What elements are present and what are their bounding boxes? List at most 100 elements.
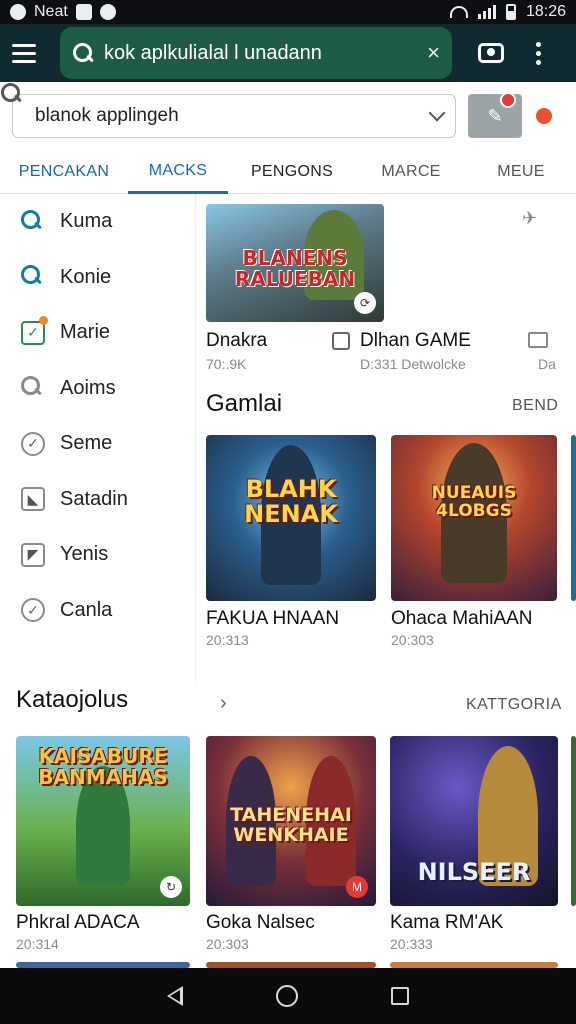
status-bar: Neat 18:26 [0, 0, 576, 24]
status-left: Neat [10, 3, 116, 21]
category-card-thumbnail-partial[interactable] [571, 736, 576, 906]
featured-secondary-meta: D:331 Detwolcke [360, 356, 466, 372]
image-status-icon [75, 4, 92, 20]
chevron-down-icon[interactable] [428, 104, 446, 122]
game-card-meta: 20:303 [391, 632, 434, 648]
sidebar-item-aoims[interactable]: Aoims [0, 361, 195, 417]
sidebar-item-marie[interactable]: ✓ Marie [0, 305, 195, 361]
secondary-search-text: blanok applingeh [35, 105, 179, 126]
wifi-icon [449, 6, 468, 18]
category-card-meta: 20:303 [206, 936, 249, 952]
play-badge-icon: ⟳ [354, 292, 376, 314]
system-nav-bar [0, 968, 576, 1024]
sidebar-item-yenis[interactable]: ◤ Yenis [0, 527, 195, 583]
category-card-thumbnail[interactable]: TAHENEHAI WENKHAIE M [206, 736, 376, 906]
featured-artwork: BLANENS RALUEBAN ⟳ [206, 204, 384, 322]
secondary-search-row: blanok applingeh ✎ [0, 82, 576, 150]
close-icon[interactable]: × [427, 40, 440, 66]
more-options-icon[interactable] [536, 41, 541, 65]
game-art-title: BLAHK NENAK [244, 475, 338, 529]
check-circle-icon: ✓ [20, 597, 46, 623]
battery-icon [505, 4, 516, 20]
secondary-search-input[interactable]: blanok applingeh [12, 94, 456, 138]
chevron-right-icon[interactable]: › [220, 692, 227, 715]
category-artwork: KAISABURE BANMAHAS ↻ [16, 736, 190, 906]
kategoria-link[interactable]: KATTGORIA [466, 696, 562, 714]
check-circle-icon: ✓ [20, 431, 46, 457]
tab-marce[interactable]: MARCE [356, 150, 466, 194]
app-bar: kok aplkulialal l unadann × [0, 24, 576, 82]
category-card-title[interactable]: Kama RM'AK [390, 912, 503, 934]
featured-art-title: BLANENS RALUEBAN [234, 246, 356, 291]
featured-tertiary-meta: Da [538, 356, 556, 372]
kataojolus-section-title: Kataojolus [16, 686, 129, 713]
featured-meta: 70:.9K [206, 356, 247, 372]
featured-title[interactable]: Dnakra [206, 330, 267, 352]
category-artwork: NILSEER [390, 736, 558, 906]
message-status-icon [99, 4, 116, 20]
game-card-title[interactable]: FAKUA HNAAN [206, 608, 339, 630]
top-search-text: kok aplkulialal l unadann [104, 41, 322, 64]
sidebar-item-canla[interactable]: ✓ Canla [0, 583, 195, 639]
sidebar-item-label: Konie [60, 265, 112, 288]
category-card-thumbnail[interactable]: KAISABURE BANMAHAS ↻ [16, 736, 190, 906]
hamburger-menu-icon[interactable] [12, 36, 46, 70]
game-art-title: NUEAUIS 4LOBGS [431, 483, 517, 521]
search-icon [20, 209, 46, 235]
main-content: BLANENS RALUEBAN ⟳ ✈ Dnakra 70:.9K Dlhan… [196, 194, 576, 682]
tab-pengons[interactable]: PENGONS [228, 150, 356, 194]
alert-icon[interactable] [536, 108, 552, 124]
game-card-thumbnail[interactable]: BLAHK NENAK [206, 435, 376, 601]
sidebar-item-konie[interactable]: Konie [0, 250, 195, 306]
sidebar-item-label: Marie [60, 321, 111, 344]
gamlai-see-all-link[interactable]: BEND [512, 397, 558, 415]
filter-icon: ✎ [487, 105, 503, 126]
sidebar-item-label: Kuma [60, 210, 113, 233]
status-carrier: Neat [34, 3, 68, 20]
sidebar-item-label: Canla [60, 598, 113, 621]
edit-icon[interactable] [332, 332, 350, 350]
status-right: 18:26 [449, 3, 566, 21]
game-card-thumbnail[interactable]: NUEAUIS 4LOBGS [391, 435, 557, 601]
category-card-title[interactable]: Goka Nalsec [206, 912, 315, 934]
featured-game-thumbnail[interactable]: BLANENS RALUEBAN ⟳ [206, 204, 384, 322]
search-icon [20, 264, 46, 290]
tab-macks[interactable]: MACKS [128, 150, 228, 194]
tab-bar: PENCAKAN MACKS PENGONS MARCE MEUE [0, 150, 576, 194]
share-icon[interactable]: ✈ [522, 208, 537, 229]
recent-apps-icon[interactable] [391, 987, 410, 1005]
image-icon: ◤ [20, 542, 46, 568]
sidebar-item-satadin[interactable]: ◣ Satadin [0, 472, 195, 528]
category-card-title[interactable]: Phkral ADACA [16, 912, 140, 934]
play-badge-icon: ↻ [160, 876, 182, 898]
game-card-title[interactable]: Ohaca MahiAAN [391, 608, 533, 630]
search-icon [72, 42, 94, 64]
settings-status-icon [10, 4, 26, 20]
back-icon[interactable] [166, 986, 183, 1006]
signal-icon [477, 5, 496, 19]
kataojolus-section: Kataojolus › KATTGORIA KAISABURE BANMAHA… [0, 682, 576, 968]
sidebar-item-label: Yenis [60, 543, 109, 566]
sidebar-item-label: Seme [60, 432, 113, 455]
home-icon[interactable] [275, 985, 298, 1007]
tab-meue[interactable]: MEUE [466, 150, 576, 194]
featured-secondary-title[interactable]: Dlhan GAME [360, 330, 471, 352]
top-search-field[interactable]: kok aplkulialal l unadann × [60, 27, 452, 79]
sidebar-item-seme[interactable]: ✓ Seme [0, 416, 195, 472]
notification-dot [500, 92, 516, 108]
camera-icon[interactable] [478, 43, 504, 63]
game-artwork: NUEAUIS 4LOBGS [391, 435, 557, 601]
filter-button[interactable]: ✎ [468, 92, 522, 138]
category-card-meta: 20:333 [390, 936, 433, 952]
tab-pencakan[interactable]: PENCAKAN [0, 150, 128, 194]
game-card-thumbnail-partial[interactable] [571, 435, 576, 601]
sidebar-item-label: Aoims [60, 376, 116, 399]
image-icon: ◣ [20, 486, 46, 512]
game-artwork: BLAHK NENAK [206, 435, 376, 601]
category-card-thumbnail[interactable]: NILSEER [390, 736, 558, 906]
sidebar-item-kuma[interactable]: Kuma [0, 194, 195, 250]
list-icon[interactable] [528, 332, 548, 348]
category-card-meta: 20:314 [16, 936, 59, 952]
gamlai-section-title: Gamlai [206, 390, 283, 417]
search-icon [20, 375, 46, 401]
